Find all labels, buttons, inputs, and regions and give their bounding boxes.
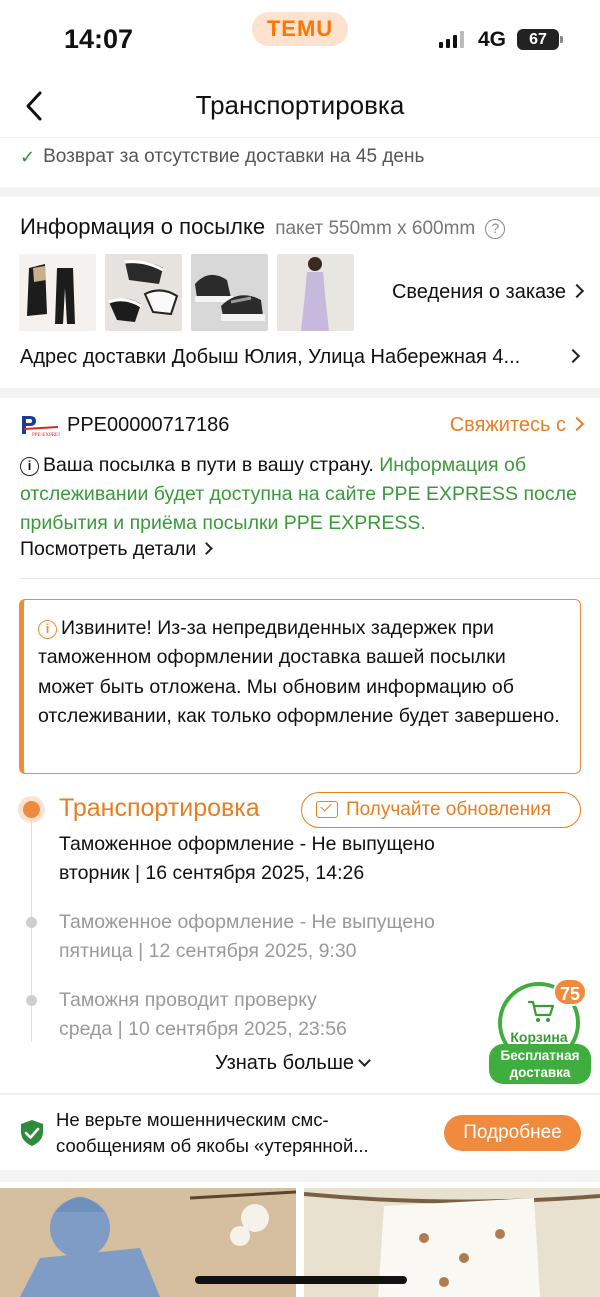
network-type: 4G bbox=[478, 28, 507, 51]
product-thumbnail-underwear[interactable] bbox=[105, 254, 182, 331]
product-thumbnail-sneakers[interactable] bbox=[191, 254, 268, 331]
home-indicator[interactable] bbox=[195, 1276, 407, 1284]
product-thumbnail-jacket[interactable] bbox=[19, 254, 96, 331]
warning-text: Извините! Из-за непредвиденных задержек … bbox=[38, 617, 560, 727]
divider bbox=[20, 578, 600, 579]
info-icon: i bbox=[20, 457, 39, 476]
section-divider bbox=[0, 388, 600, 398]
chevron-right-icon bbox=[200, 542, 214, 555]
tracking-number[interactable]: PPE00000717186 bbox=[67, 414, 229, 437]
timeline-dot-active bbox=[23, 801, 40, 818]
floating-cart[interactable]: Корзина 75 Бесплатная доставка bbox=[489, 978, 594, 1084]
event-title: Таможенное оформление - Не выпущено bbox=[59, 833, 435, 855]
timeline-line bbox=[31, 820, 32, 1042]
contact-carrier-label: Свяжитесь с bbox=[449, 414, 566, 436]
cart-icon bbox=[528, 1000, 555, 1022]
chevron-right-icon bbox=[569, 283, 585, 299]
transit-note: Ваша посылка в пути в вашу страну. bbox=[43, 454, 374, 476]
temu-logo: TEMU bbox=[252, 12, 348, 46]
package-info-title: Информация о посылке bbox=[20, 214, 266, 239]
section-divider bbox=[0, 187, 600, 197]
learn-more-button[interactable]: Подробнее bbox=[444, 1115, 581, 1151]
timeline-event: Таможенное оформление - Не выпущено втор… bbox=[59, 830, 435, 888]
learn-more-link[interactable]: Узнать больше bbox=[215, 1052, 371, 1075]
free-shipping-badge: Бесплатная доставка bbox=[489, 1044, 591, 1084]
order-details-link[interactable]: Сведения о заказе bbox=[391, 281, 585, 304]
cellular-signal-icon bbox=[439, 31, 464, 48]
view-details-label: Посмотреть детали bbox=[20, 538, 197, 560]
info-icon: i bbox=[38, 620, 57, 639]
event-date: среда | 10 сентября 2025, 23:56 bbox=[59, 1018, 347, 1040]
ppe-express-logo: PPE-EXPRESS bbox=[20, 414, 64, 438]
transit-info: i Ваша посылка в пути в вашу страну. Инфо… bbox=[20, 451, 585, 538]
package-info-header: Информация о посылке пакет 550mm x 600mm… bbox=[20, 214, 506, 240]
shipment-status: Транспортировка bbox=[59, 794, 260, 822]
get-updates-label: Получайте обновления bbox=[346, 799, 552, 820]
customs-delay-warning: i Извините! Из-за непредвиденных задержек… bbox=[19, 599, 581, 774]
event-title: Таможенное оформление - Не выпущено bbox=[59, 911, 435, 933]
timeline-dot bbox=[26, 917, 37, 928]
check-icon: ✓ bbox=[20, 146, 36, 167]
section-divider bbox=[0, 1093, 600, 1095]
get-updates-button[interactable]: Получайте обновления bbox=[301, 792, 581, 828]
status-bar: 14:07 TEMU 4G 67 bbox=[0, 0, 600, 76]
chevron-right-icon[interactable] bbox=[565, 348, 581, 364]
help-icon[interactable]: ? bbox=[485, 219, 506, 239]
package-items[interactable] bbox=[19, 254, 354, 331]
timeline-dot bbox=[26, 995, 37, 1006]
product-thumbnail-dress[interactable] bbox=[277, 254, 354, 331]
timeline-event: Таможенное оформление - Не выпущено пятн… bbox=[59, 908, 435, 966]
event-title: Таможня проводит проверку bbox=[59, 989, 317, 1011]
nav-bar: Транспортировка bbox=[0, 76, 600, 138]
return-policy-text: Возврат за отсутствие доставки на 45 ден… bbox=[43, 146, 425, 167]
timeline-event: Таможня проводит проверку среда | 10 сен… bbox=[59, 986, 347, 1044]
event-date: вторник | 16 сентября 2025, 14:26 bbox=[59, 862, 365, 884]
contact-carrier-link[interactable]: Свяжитесь с bbox=[449, 414, 585, 437]
cart-label: Корзина bbox=[510, 1029, 568, 1045]
view-details-link[interactable]: Посмотреть детали bbox=[20, 538, 214, 561]
return-policy: ✓ Возврат за отсутствие доставки на 45 д… bbox=[20, 146, 424, 168]
battery-icon: 67 bbox=[517, 29, 563, 50]
delivery-address[interactable]: Адрес доставки Добыш Юлия, Улица Набереж… bbox=[20, 346, 565, 369]
learn-more-label: Узнать больше bbox=[215, 1052, 355, 1074]
package-size: пакет 550mm x 600mm bbox=[275, 218, 476, 239]
svg-text:PPE-EXPRESS: PPE-EXPRESS bbox=[32, 433, 60, 438]
page-title: Транспортировка bbox=[195, 90, 405, 120]
chevron-right-icon bbox=[569, 416, 585, 432]
order-details-label: Сведения о заказе bbox=[391, 281, 566, 303]
chevron-down-icon bbox=[358, 1054, 371, 1067]
cart-count-badge: 75 bbox=[553, 978, 587, 1006]
mail-icon bbox=[316, 801, 338, 818]
event-date: пятница | 12 сентября 2025, 9:30 bbox=[59, 940, 357, 962]
shield-check-icon bbox=[21, 1120, 43, 1146]
scam-warning-text: Не верьте мошенническим смс-сообщениям о… bbox=[56, 1109, 369, 1156]
section-divider bbox=[0, 1170, 600, 1182]
status-time: 14:07 bbox=[64, 24, 134, 54]
